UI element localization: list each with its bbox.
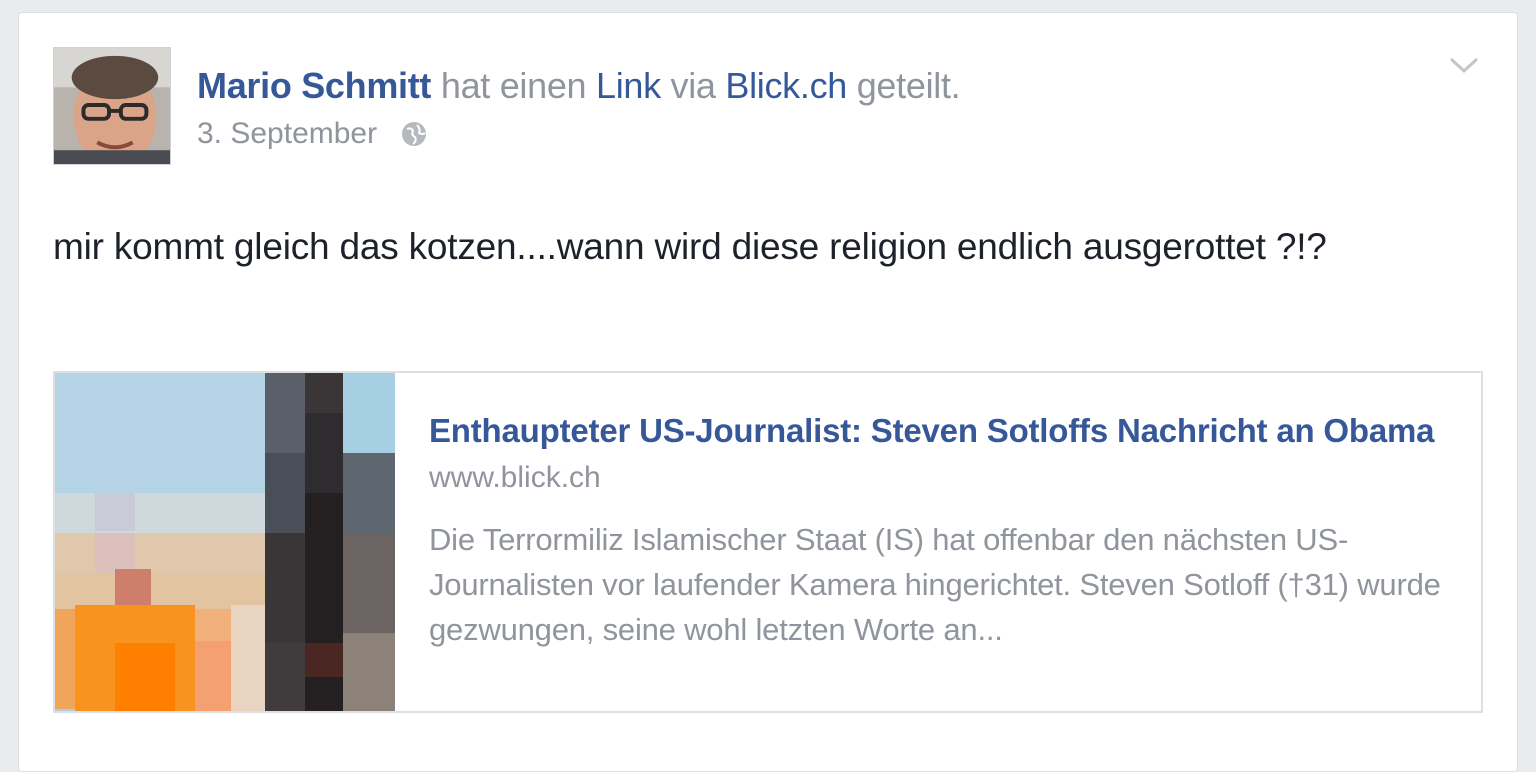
preview-domain: www.blick.ch — [429, 461, 601, 494]
action-text-2: via — [660, 65, 726, 106]
avatar[interactable] — [53, 47, 171, 165]
chevron-down-icon[interactable] — [1447, 53, 1481, 77]
post-date[interactable]: 3. September — [197, 117, 377, 151]
source-link[interactable]: Blick.ch — [725, 65, 847, 106]
action-text-1: hat einen — [431, 65, 596, 106]
author-name[interactable]: Mario Schmitt — [197, 65, 431, 106]
preview-description: Die Terrormiliz Islamischer Staat (IS) h… — [429, 522, 1441, 647]
avatar-image — [54, 48, 170, 164]
link-preview-card[interactable]: Enthaupteter US-Journalist: Steven Sotlo… — [53, 371, 1483, 713]
post-meta: 3. September — [197, 117, 429, 151]
preview-title[interactable]: Enthaupteter US-Journalist: Steven Sotlo… — [429, 409, 1449, 453]
link-word[interactable]: Link — [596, 65, 661, 106]
globe-icon[interactable] — [399, 119, 429, 149]
post-card: Mario Schmitt hat einen Link via Blick.c… — [18, 12, 1518, 772]
preview-thumbnail — [55, 373, 395, 711]
post-message: mir kommt gleich das kotzen....wann wird… — [53, 226, 1327, 267]
action-text-3: geteilt. — [847, 65, 961, 106]
post-header: Mario Schmitt hat einen Link via Blick.c… — [197, 65, 961, 107]
preview-body: Enthaupteter US-Journalist: Steven Sotlo… — [429, 409, 1449, 652]
